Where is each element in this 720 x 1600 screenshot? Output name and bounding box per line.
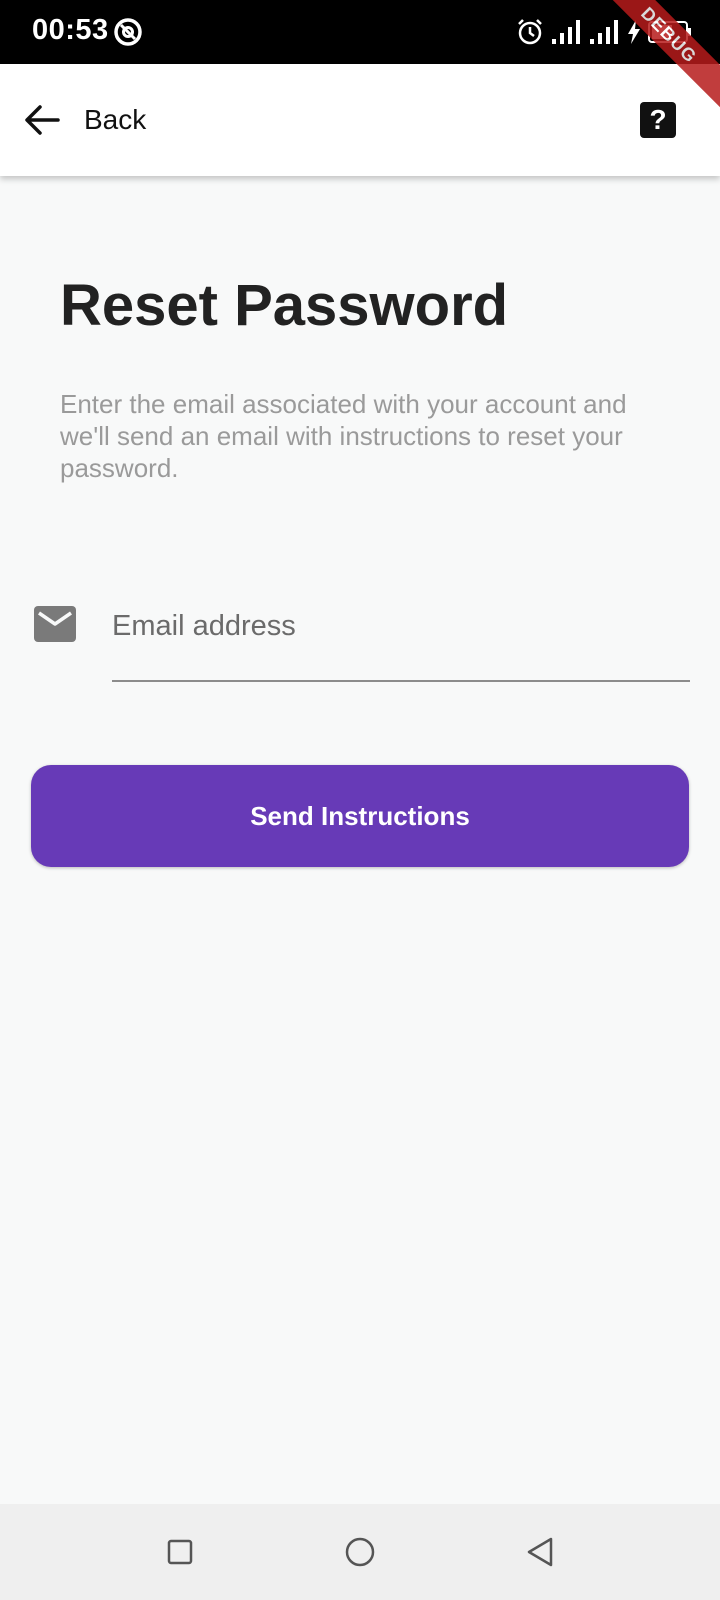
signal-icon [590,20,618,44]
page-description: Enter the email associated with your acc… [60,389,627,483]
app-bar: Back ? [0,64,720,176]
email-underline [112,680,690,682]
mail-icon [34,606,76,642]
page-title: Reset Password [60,273,509,338]
signal-icon [552,20,580,44]
email-input[interactable] [112,586,690,666]
send-instructions-button[interactable]: Send Instructions [31,765,689,867]
back-triangle-icon[interactable] [520,1532,560,1572]
email-field [34,586,690,706]
help-button[interactable]: ? [640,102,676,138]
alarm-icon [518,19,542,45]
help-icon: ? [649,104,667,135]
at-sign-icon [114,18,142,46]
status-bar: 00:53 [0,0,720,64]
status-time: 00:53 [32,14,109,46]
back-button[interactable]: Back [22,94,146,146]
back-label: Back [84,104,147,135]
recents-square-icon[interactable] [160,1532,200,1572]
main-content: Reset Password Enter the email associate… [0,176,720,1504]
home-circle-icon[interactable] [340,1532,380,1572]
navigation-bar [0,1504,720,1600]
arrow-left-icon [25,105,60,135]
